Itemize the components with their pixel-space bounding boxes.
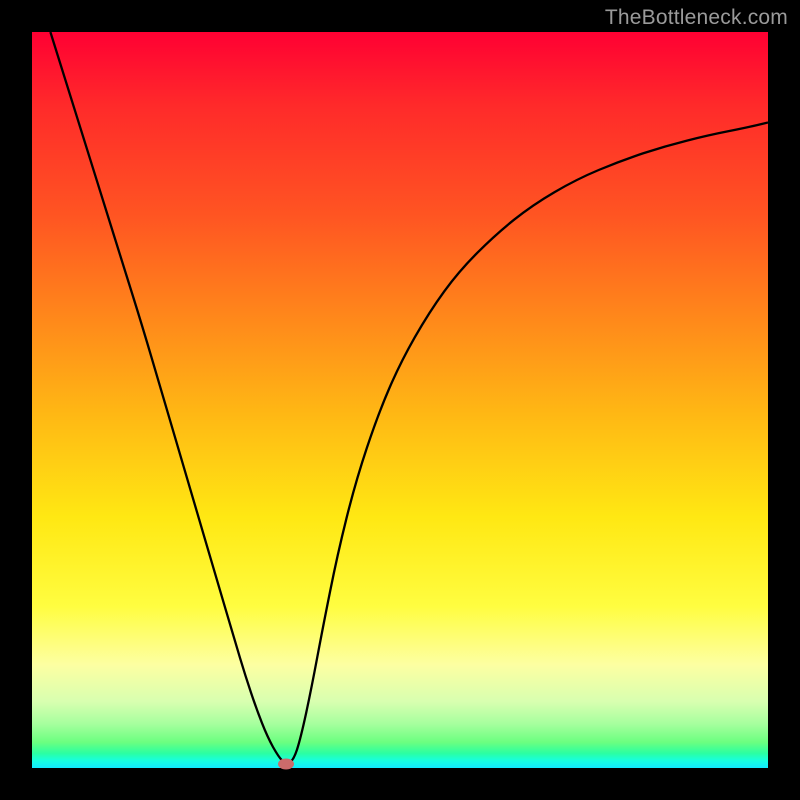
watermark-text: TheBottleneck.com bbox=[605, 6, 788, 30]
plot-area bbox=[32, 32, 768, 768]
bottleneck-curve bbox=[32, 32, 768, 768]
chart-frame: TheBottleneck.com bbox=[0, 0, 800, 800]
minimum-marker bbox=[278, 759, 294, 770]
